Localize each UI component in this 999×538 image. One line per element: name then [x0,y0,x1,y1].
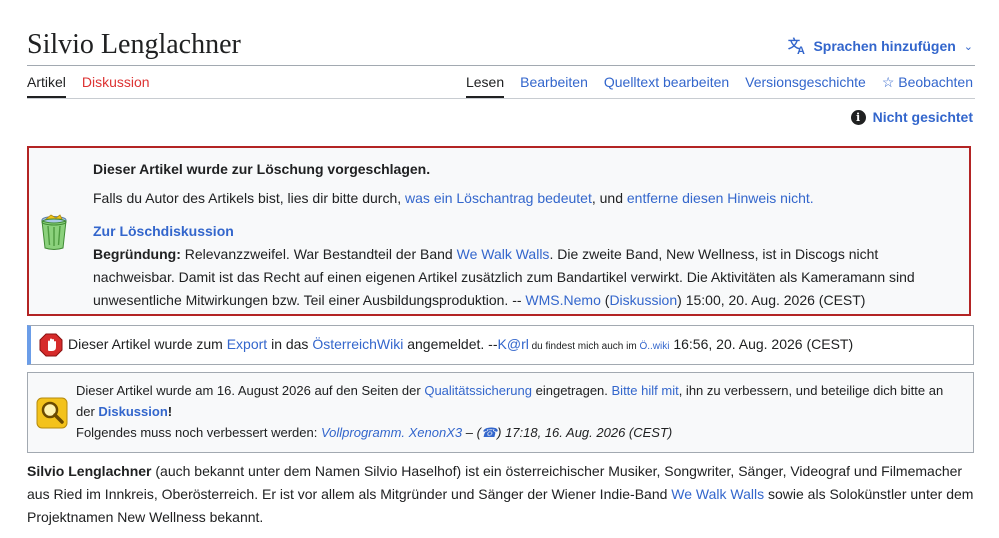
qualitaetssicherung-link[interactable]: Qualitätssicherung [424,383,532,398]
oesterreichwiki-link[interactable]: ÖsterreichWiki [312,336,403,352]
oe-wiki-link[interactable]: Ö..wiki [639,341,669,352]
add-languages-label: Sprachen hinzufügen [813,38,956,54]
qs-line2-prefix: Folgendes muss noch verbessert werden: [76,425,321,440]
chevron-down-icon: ⌄ [963,40,973,53]
export-link[interactable]: Export [227,336,267,352]
subject-name: Silvio Lenglachner [27,463,152,479]
translate-icon: 文 A [788,37,805,55]
view-tabs: Lesen Bearbeiten Quelltext bearbeiten Ve… [465,72,973,98]
tab-beobachten-label: Beobachten [898,74,973,90]
info-icon: i [850,109,866,125]
svg-text:A: A [797,45,805,55]
deletion-reason: Begründung: Relevanzzweifel. War Bestand… [93,243,961,312]
tab-beobachten[interactable]: ☆ Beobachten [882,72,973,98]
reason-text-1: Relevanzzweifel. War Bestandteil der Ban… [180,246,457,262]
namespace-tabs: Artikel Diskussion [27,72,150,98]
qs-line2-mid: – ( [462,425,481,440]
qs-discussion-link[interactable]: Diskussion [98,404,167,419]
tabs-divider [27,98,975,99]
deletion-notice-content: Dieser Artikel wurde zur Löschung vorges… [93,158,961,312]
tab-bearbeiten[interactable]: Bearbeiten [520,72,588,98]
reason-label: Begründung: [93,246,181,262]
quality-assurance-box: Dieser Artikel wurde am 16. August 2026 … [27,372,974,453]
user-link-karl[interactable]: K@rl [498,336,529,352]
sighting-status-label: Nicht gesichtet [872,109,973,125]
page-title: Silvio Lenglachner [27,29,241,60]
export-text-1: Dieser Artikel wurde zum [68,336,227,352]
we-walk-walls-link[interactable]: We Walk Walls [671,486,764,502]
qs-user-link[interactable]: Vollprogramm. XenonX3 [321,425,462,440]
export-text-2: in das [267,336,313,352]
help-link[interactable]: Bitte hilf mit [612,383,679,398]
qs-text-2: eingetragen. [532,383,612,398]
phone-icon[interactable]: ☎ [481,425,497,440]
add-languages-button[interactable]: 文 A Sprachen hinzufügen ⌄ [788,37,973,55]
export-timestamp: 16:56, 20. Aug. 2026 (CEST) [669,336,854,352]
user-talk-link[interactable]: Diskussion [609,292,677,308]
do-not-remove-link[interactable]: entferne diesen Hinweis nicht. [627,190,814,206]
stop-sign-icon [39,333,63,357]
deletion-hint-text-mid: , und [591,190,627,206]
deletion-author-hint: Falls du Autor des Artikels bist, lies d… [93,187,961,210]
magnifier-icon [36,397,68,429]
qs-line2-timestamp: ) 17:18, 16. Aug. 2026 (CEST) [497,425,673,440]
qs-content: Dieser Artikel wurde am 16. August 2026 … [76,380,965,443]
band-link[interactable]: We Walk Walls [457,246,550,262]
tab-artikel[interactable]: Artikel [27,72,66,98]
deletion-notice-box: Dieser Artikel wurde zur Löschung vorges… [27,146,971,316]
qs-line-1: Dieser Artikel wurde am 16. August 2026 … [76,380,965,422]
tab-quelltext-bearbeiten[interactable]: Quelltext bearbeiten [604,72,729,98]
star-outline-icon: ☆ [881,74,895,90]
qs-line-2: Folgendes muss noch verbessert werden: V… [76,422,965,443]
export-small-text: du findest mich auch im [528,341,640,352]
user-link-wms-nemo[interactable]: WMS.Nemo [525,292,600,308]
reason-timestamp: ) 15:00, 20. Aug. 2026 (CEST) [677,292,866,308]
intro-paragraph: Silvio Lenglachner (auch bekannt unter d… [27,460,977,529]
what-is-deletion-link[interactable]: was ein Löschantrag bedeutet [405,190,592,206]
tab-lesen[interactable]: Lesen [465,72,505,98]
deletion-discussion-link[interactable]: Zur Löschdiskussion [93,223,234,239]
sighting-status-link[interactable]: i Nicht gesichtet [850,109,973,125]
deletion-hint-text: Falls du Autor des Artikels bist, lies d… [93,190,406,206]
deletion-headline: Dieser Artikel wurde zur Löschung vorges… [93,161,431,177]
tab-diskussion[interactable]: Diskussion [82,72,150,98]
qs-text-1: Dieser Artikel wurde am 16. August 2026 … [76,383,425,398]
export-text-3: angemeldet. -- [403,336,498,352]
qs-text-4: ! [167,404,173,419]
export-notice-box: Dieser Artikel wurde zum Export in das Ö… [27,325,974,365]
trash-can-icon [41,214,67,250]
export-notice-content: Dieser Artikel wurde zum Export in das Ö… [68,336,853,352]
title-divider [27,65,975,66]
tab-versionsgeschichte[interactable]: Versionsgeschichte [745,72,866,98]
